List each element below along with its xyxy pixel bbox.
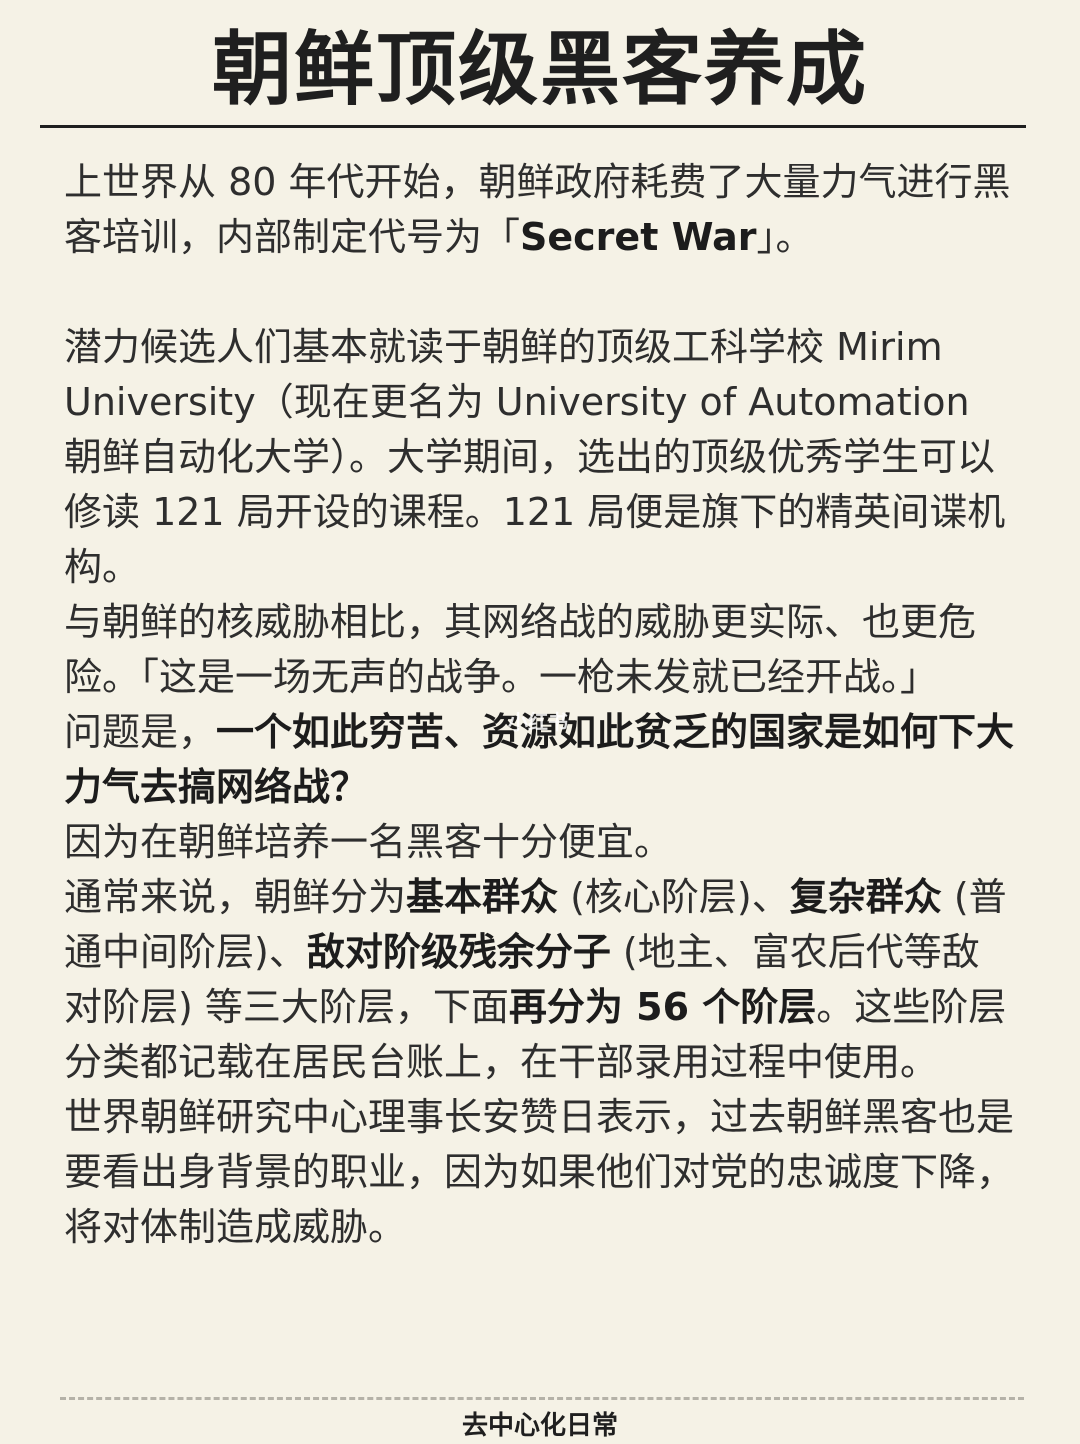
paragraph-answer: 因为在朝鲜培养一名黑客十分便宜。 bbox=[64, 820, 673, 864]
article-body: 上世界从 80 年代开始，朝鲜政府耗费了大量力气进行黑客培训，内部制定代号为「S… bbox=[64, 155, 1016, 1255]
page-title: 朝鲜顶级黑客养成 bbox=[212, 23, 868, 116]
paragraph-intro-end: 」。 bbox=[756, 215, 814, 259]
paragraph-university: 潜力候选人们基本就读于朝鲜的顶级工科学校 Mirim University（现在… bbox=[64, 325, 1006, 589]
class-hostile: 敌对阶级残余分子 bbox=[306, 930, 611, 974]
paragraph-question-lead: 问题是， bbox=[64, 710, 217, 754]
codename-secret-war: Secret War bbox=[520, 215, 757, 259]
footer-account-name: 去中心化日常 bbox=[461, 1411, 618, 1441]
class-wavering: 复杂群众 bbox=[789, 875, 942, 919]
title-underline bbox=[40, 125, 1026, 128]
classes-text-1: 通常来说，朝鲜分为 bbox=[64, 875, 407, 919]
paragraph-loyalty: 世界朝鲜研究中心理事长安赞日表示，过去朝鲜黑客也是要看出身背景的职业，因为如果他… bbox=[64, 1095, 1015, 1249]
class-56-strata: 再分为 56 个阶层 bbox=[508, 985, 817, 1029]
footer-divider bbox=[60, 1397, 1024, 1400]
paragraph-classes: 通常来说，朝鲜分为基本群众 (核心阶层)、复杂群众 (普通中间阶层)、敌对阶级残… bbox=[64, 870, 1016, 1090]
paragraph-intro: 上世界从 80 年代开始，朝鲜政府耗费了大量力气进行黑客培训，内部制定代号为「S… bbox=[64, 155, 1016, 265]
paragraph-threat: 与朝鲜的核威胁相比，其网络战的威胁更实际、也更危险。「这是一场无声的战争。一枪未… bbox=[64, 600, 977, 699]
watermark-logo: 小红书 bbox=[508, 710, 568, 734]
class-core: 基本群众 bbox=[406, 875, 559, 919]
classes-text-2: (核心阶层)、 bbox=[558, 875, 790, 919]
